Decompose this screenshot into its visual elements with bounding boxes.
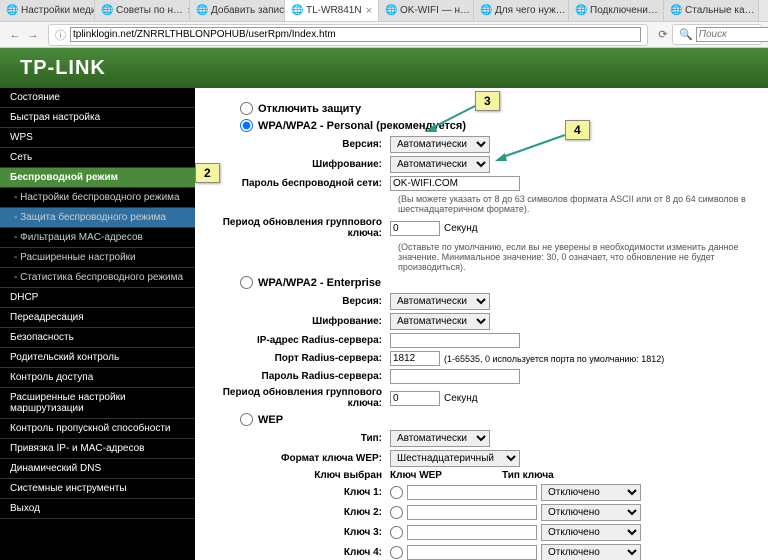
- browser-tab[interactable]: 🌐Для чего нуж…×: [474, 0, 569, 21]
- browser-tab[interactable]: 🌐Подключени…×: [569, 0, 664, 21]
- browser-tab[interactable]: 🌐Советы по н…×: [95, 0, 190, 21]
- radius-ip-input[interactable]: [390, 333, 520, 348]
- logo: TP-LINK: [20, 57, 106, 80]
- browser-tab[interactable]: 🌐Настройки меди…×: [0, 0, 95, 21]
- wep-key2-radio[interactable]: [390, 506, 403, 519]
- sidebar-item[interactable]: Родительский контроль: [0, 348, 195, 368]
- wep-option[interactable]: WEP: [240, 413, 753, 426]
- wep-key4-radio[interactable]: [390, 546, 403, 559]
- tab-favicon: 🌐: [196, 5, 208, 17]
- sidebar-item[interactable]: - Фильтрация MAC-адресов: [0, 228, 195, 248]
- browser-tab[interactable]: 🌐OK-WIFI — н…×: [379, 0, 474, 21]
- callout-4: 4: [565, 120, 590, 140]
- search-icon: 🔍: [679, 28, 693, 41]
- page-header: TP-LINK: [0, 48, 768, 88]
- sidebar-item[interactable]: - Защита беспроводного режима: [0, 208, 195, 228]
- wep-key1-input[interactable]: [407, 485, 537, 500]
- tab-favicon: 🌐: [6, 5, 18, 17]
- search-field[interactable]: 🔍: [672, 24, 762, 45]
- wep-key1-radio[interactable]: [390, 486, 403, 499]
- sidebar-item[interactable]: Выход: [0, 499, 195, 519]
- wep-key2-input[interactable]: [407, 505, 537, 520]
- arrow-3: [425, 104, 480, 134]
- sidebar-item[interactable]: Расширенные настройки маршрутизации: [0, 388, 195, 419]
- ent-group-input[interactable]: [390, 391, 440, 406]
- browser-tabs: 🌐Настройки меди…×🌐Советы по н…×🌐Добавить…: [0, 0, 768, 22]
- radio-wpa-enterprise[interactable]: [240, 276, 253, 289]
- radius-port-input[interactable]: [390, 351, 440, 366]
- wep-key4-input[interactable]: [407, 545, 537, 560]
- version-label: Версия:: [210, 139, 390, 150]
- url-field[interactable]: ⓘ: [48, 24, 648, 46]
- tab-favicon: 🌐: [575, 5, 587, 17]
- version-select[interactable]: Автоматически: [390, 136, 490, 153]
- tab-favicon: 🌐: [670, 5, 682, 17]
- encrypt-select[interactable]: Автоматически: [390, 156, 490, 173]
- wep-key3-type[interactable]: Отключено: [541, 524, 641, 541]
- tab-favicon: 🌐: [385, 5, 397, 17]
- info-icon: ⓘ: [55, 27, 66, 43]
- password-label: Пароль беспроводной сети:: [210, 178, 390, 189]
- wep-key3-input[interactable]: [407, 525, 537, 540]
- callout-3: 3: [475, 91, 500, 111]
- password-hint: (Вы можете указать от 8 до 63 символов ф…: [398, 194, 753, 214]
- sidebar-item[interactable]: Сеть: [0, 148, 195, 168]
- sidebar-item[interactable]: Переадресация: [0, 308, 195, 328]
- group-hint: (Оставьте по умолчанию, если вы не увере…: [398, 242, 753, 272]
- browser-tab[interactable]: 🌐Добавить запись…×: [190, 0, 285, 21]
- sidebar-item[interactable]: DHCP: [0, 288, 195, 308]
- sidebar-item[interactable]: Динамический DNS: [0, 459, 195, 479]
- address-bar: ← → ⓘ ⟳ 🔍: [0, 22, 768, 48]
- wpa-enterprise-option[interactable]: WPA/WPA2 - Enterprise: [240, 276, 753, 289]
- sidebar-item[interactable]: - Настройки беспроводного режима: [0, 188, 195, 208]
- wep-key4-type[interactable]: Отключено: [541, 544, 641, 560]
- wep-type-select[interactable]: Автоматически: [390, 430, 490, 447]
- sidebar-item[interactable]: Привязка IP- и MAC-адресов: [0, 439, 195, 459]
- tab-favicon: 🌐: [291, 5, 303, 17]
- arrow-4: [495, 133, 570, 163]
- sidebar-item[interactable]: Контроль пропускной способности: [0, 419, 195, 439]
- radius-pwd-input[interactable]: [390, 369, 520, 384]
- sidebar-item[interactable]: Контроль доступа: [0, 368, 195, 388]
- tab-favicon: 🌐: [480, 5, 492, 17]
- wep-key1-type[interactable]: Отключено: [541, 484, 641, 501]
- sidebar-item[interactable]: Состояние: [0, 88, 195, 108]
- password-input[interactable]: [390, 176, 520, 191]
- encrypt-label: Шифрование:: [210, 159, 390, 170]
- tab-favicon: 🌐: [101, 5, 113, 17]
- ent-encrypt-select[interactable]: Автоматически: [390, 313, 490, 330]
- wep-key2-type[interactable]: Отключено: [541, 504, 641, 521]
- group-label: Период обновления группового ключа:: [210, 217, 390, 239]
- wpa-personal-option[interactable]: WPA/WPA2 - Personal (рекомендуется): [240, 119, 753, 132]
- sidebar-item[interactable]: - Расширенные настройки: [0, 248, 195, 268]
- wep-format-select[interactable]: Шестнадцатеричный: [390, 450, 520, 467]
- browser-tab[interactable]: 🌐Стальные ка…×: [664, 0, 759, 21]
- refresh-button[interactable]: ⟳: [654, 26, 672, 44]
- browser-tab[interactable]: 🌐TL-WR841N×: [285, 0, 379, 21]
- close-icon[interactable]: ×: [366, 5, 372, 17]
- sidebar-item[interactable]: WPS: [0, 128, 195, 148]
- search-input[interactable]: [696, 27, 768, 42]
- sidebar: СостояниеБыстрая настройкаWPSСетьБеспров…: [0, 88, 195, 560]
- group-input[interactable]: [390, 221, 440, 236]
- sidebar-item[interactable]: Беспроводной режим: [0, 168, 195, 188]
- radio-wep[interactable]: [240, 413, 253, 426]
- sidebar-item[interactable]: Быстрая настройка: [0, 108, 195, 128]
- back-button[interactable]: ←: [6, 26, 24, 44]
- radio-wpa-personal[interactable]: [240, 119, 253, 132]
- forward-button[interactable]: →: [24, 26, 42, 44]
- callout-2: 2: [195, 163, 220, 183]
- sidebar-item[interactable]: Системные инструменты: [0, 479, 195, 499]
- radio-disable[interactable]: [240, 102, 253, 115]
- sidebar-item[interactable]: Безопасность: [0, 328, 195, 348]
- sidebar-item[interactable]: - Статистика беспроводного режима: [0, 268, 195, 288]
- ent-version-select[interactable]: Автоматически: [390, 293, 490, 310]
- url-input[interactable]: [70, 27, 641, 42]
- main-panel: 1 2 3 4 Отключить защиту WPA/WPA2 - Pers…: [195, 88, 768, 560]
- wep-key3-radio[interactable]: [390, 526, 403, 539]
